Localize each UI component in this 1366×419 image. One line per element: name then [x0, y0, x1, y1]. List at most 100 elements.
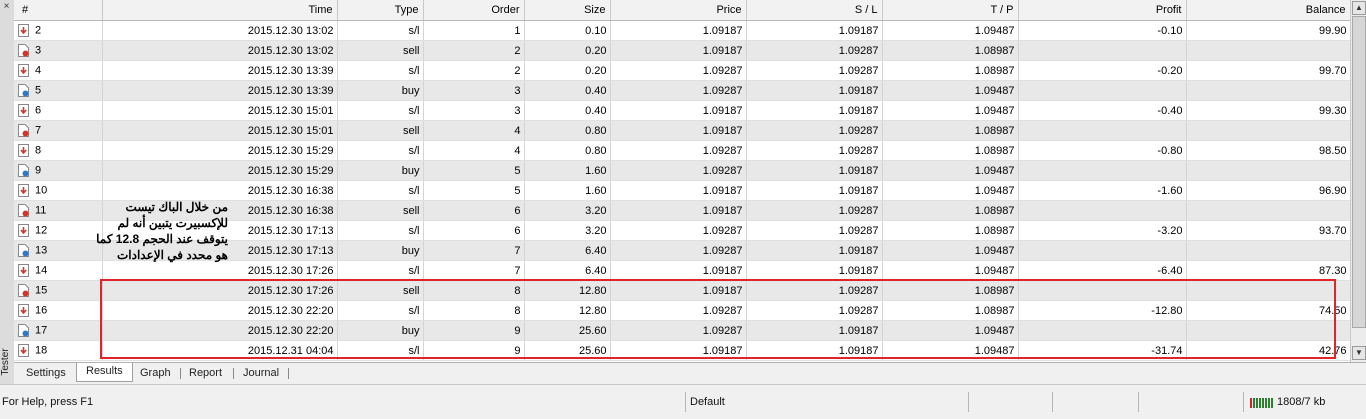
tp-cell: 1.08987: [882, 120, 1019, 141]
table-row[interactable]: 3 2015.12.30 13:02 sell 2 0.20 1.09187 1.09287…: [14, 40, 1350, 61]
sl-cell: 1.09287: [746, 220, 883, 241]
size-cell: 3.20: [524, 200, 611, 221]
order-cell: 5: [423, 160, 525, 181]
column-header-type[interactable]: Type: [337, 0, 424, 21]
balance-cell: 87.30: [1186, 260, 1350, 281]
scroll-down-button[interactable]: ▼: [1352, 346, 1366, 360]
table-row[interactable]: 8 2015.12.30 15:29 s/l 4 0.80 1.09287 1.09287 1…: [14, 140, 1350, 161]
scroll-thumb[interactable]: [1352, 16, 1366, 328]
price-cell: 1.09187: [610, 200, 747, 221]
table-row[interactable]: 5 2015.12.30 13:39 buy 3 0.40 1.09287 1.09187 1…: [14, 80, 1350, 101]
tab-results[interactable]: Results: [76, 363, 133, 382]
annotation-line: للإكسبيرت يتبين أنه لم: [117, 216, 228, 230]
balance-cell: 98.50: [1186, 140, 1350, 161]
column-header-size[interactable]: Size: [524, 0, 611, 21]
order-cell: 6: [423, 200, 525, 221]
row-number-text: 12: [35, 224, 48, 237]
tp-cell: 1.08987: [882, 220, 1019, 241]
table-row[interactable]: 4 2015.12.30 13:39 s/l 2 0.20 1.09287 1.09287 1…: [14, 60, 1350, 81]
column-header-time[interactable]: Time: [102, 0, 338, 21]
balance-cell: [1186, 320, 1350, 341]
sl-cell: 1.09187: [746, 80, 883, 101]
column-header-profit[interactable]: Profit: [1018, 0, 1187, 21]
column-header-sl[interactable]: S / L: [746, 0, 883, 21]
close-trade-icon: [18, 264, 29, 277]
balance-cell: [1186, 200, 1350, 221]
sl-cell: 1.09287: [746, 60, 883, 81]
row-number-text: 7: [35, 124, 42, 137]
time-cell: 2015.12.30 15:29: [102, 140, 338, 161]
tp-cell: 1.08987: [882, 200, 1019, 221]
time-cell: 2015.12.30 17:26: [102, 260, 338, 281]
size-cell: 0.20: [524, 40, 611, 61]
price-cell: 1.09287: [610, 240, 747, 261]
tp-cell: 1.09487: [882, 160, 1019, 181]
sell-order-icon: [18, 284, 29, 297]
table-row[interactable]: 15 2015.12.30 17:26 sell 8 12.80 1.09187 1.092…: [14, 280, 1350, 301]
price-cell: 1.09187: [610, 340, 747, 361]
close-icon[interactable]: ×: [1, 1, 12, 12]
column-header-order[interactable]: Order: [423, 0, 525, 21]
time-cell: 2015.12.30 22:20: [102, 300, 338, 321]
close-trade-icon: [18, 24, 29, 37]
tab-journal[interactable]: Journal: [243, 365, 279, 382]
size-cell: 25.60: [524, 320, 611, 341]
buy-order-icon: [18, 324, 29, 337]
scroll-up-button[interactable]: ▲: [1352, 1, 1366, 15]
row-number: 6: [14, 100, 103, 121]
type-cell: s/l: [337, 260, 424, 281]
table-row[interactable]: 6 2015.12.30 15:01 s/l 3 0.40 1.09187 1.09187 1…: [14, 100, 1350, 121]
profit-cell: [1018, 40, 1187, 61]
table-row[interactable]: 16 2015.12.30 22:20 s/l 8 12.80 1.09287 1.0928…: [14, 300, 1350, 321]
table-row[interactable]: 7 2015.12.30 15:01 sell 4 0.80 1.09187 1.09287…: [14, 120, 1350, 141]
sl-cell: 1.09287: [746, 200, 883, 221]
time-cell: 2015.12.30 13:02: [102, 40, 338, 61]
balance-cell: [1186, 120, 1350, 141]
column-header-tp[interactable]: T / P: [882, 0, 1019, 21]
price-cell: 1.09287: [610, 300, 747, 321]
order-cell: 4: [423, 120, 525, 141]
row-number: 2: [14, 20, 103, 41]
price-cell: 1.09187: [610, 40, 747, 61]
table-row[interactable]: 9 2015.12.30 15:29 buy 5 1.60 1.09287 1.09187 1…: [14, 160, 1350, 181]
table-row[interactable]: 2 2015.12.30 13:02 s/l 1 0.10 1.09187 1.09187 1…: [14, 20, 1350, 41]
table-row[interactable]: 10 2015.12.30 16:38 s/l 5 1.60 1.09187 1.09187…: [14, 180, 1350, 201]
tp-cell: 1.08987: [882, 60, 1019, 81]
order-cell: 6: [423, 220, 525, 241]
sl-cell: 1.09287: [746, 300, 883, 321]
size-cell: 0.20: [524, 60, 611, 81]
profit-cell: -1.60: [1018, 180, 1187, 201]
table-row[interactable]: 17 2015.12.30 22:20 buy 9 25.60 1.09287 1.0918…: [14, 320, 1350, 341]
sell-order-icon: [18, 204, 29, 217]
results-table: # Time Type Order Size Price S / LT / P Profit B…: [14, 0, 1350, 362]
column-header-price[interactable]: Price: [610, 0, 747, 21]
price-cell: 1.09287: [610, 60, 747, 81]
size-cell: 1.60: [524, 180, 611, 201]
profit-cell: -0.10: [1018, 20, 1187, 41]
size-cell: 0.40: [524, 100, 611, 121]
tab-report[interactable]: Report: [189, 365, 222, 382]
row-number: 17: [14, 320, 103, 341]
tab-settings[interactable]: Settings: [26, 365, 66, 382]
tab-graph[interactable]: Graph: [140, 365, 171, 382]
balance-cell: [1186, 240, 1350, 261]
table-row[interactable]: 14 2015.12.30 17:26 s/l 7 6.40 1.09187 1.09187…: [14, 260, 1350, 281]
table-row[interactable]: 18 2015.12.31 04:04 s/l 9 25.60 1.09187 1.0918…: [14, 340, 1350, 361]
column-header-balance[interactable]: Balance: [1186, 0, 1350, 21]
vertical-scrollbar[interactable]: ▲ ▼: [1350, 0, 1366, 362]
time-cell: 2015.12.30 15:01: [102, 120, 338, 141]
sl-cell: 1.09287: [746, 280, 883, 301]
size-cell: 12.80: [524, 300, 611, 321]
annotation-line: يتوقف عند الحجم 12.8 كما: [96, 232, 228, 246]
tp-cell: 1.09487: [882, 180, 1019, 201]
price-cell: 1.09287: [610, 80, 747, 101]
column-header-number[interactable]: #: [14, 0, 103, 21]
tp-cell: 1.09487: [882, 20, 1019, 41]
tp-cell: 1.09487: [882, 340, 1019, 361]
annotation-line: من خلال الباك تيست: [125, 200, 228, 214]
row-number-text: 17: [35, 324, 48, 337]
size-cell: 25.60: [524, 340, 611, 361]
help-text: For Help, press F1: [2, 396, 94, 408]
buy-order-icon: [18, 84, 29, 97]
row-number-text: 13: [35, 244, 48, 257]
